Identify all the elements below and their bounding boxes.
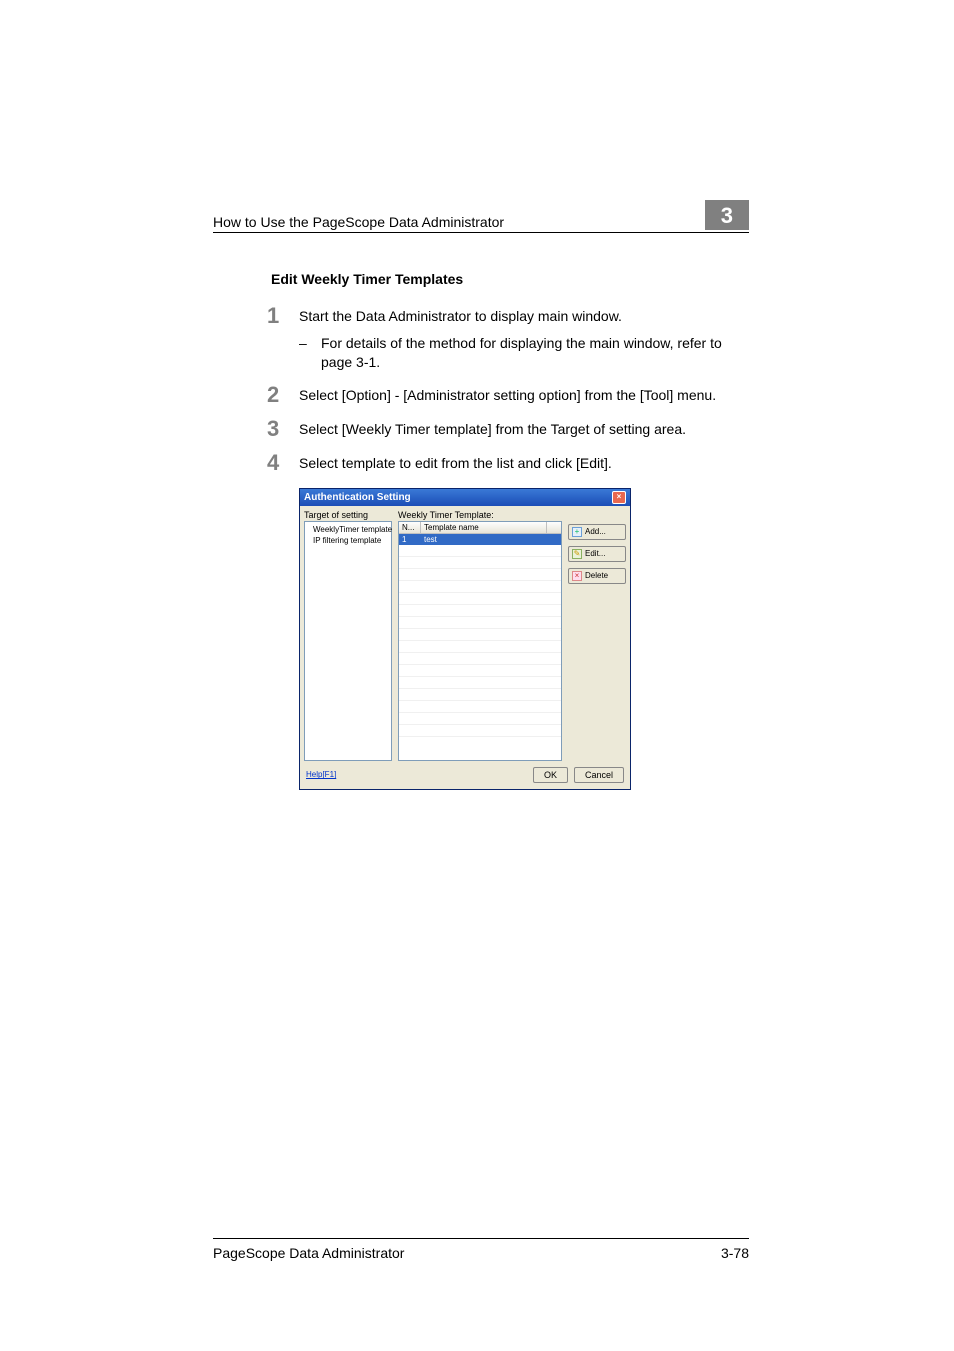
close-button[interactable]: ×: [612, 491, 626, 504]
edit-label: Edit...: [585, 549, 605, 558]
delete-icon: ×: [572, 571, 582, 581]
grid-line: [399, 545, 561, 557]
table-header: N... Template name: [399, 522, 561, 534]
dialog-title: Authentication Setting: [304, 492, 612, 503]
grid-line: [399, 701, 561, 713]
chapter-badge: 3: [705, 200, 749, 230]
th-template-name[interactable]: Template name: [421, 522, 547, 533]
grid-line: [399, 557, 561, 569]
grid-line: [399, 677, 561, 689]
step-number: 1: [267, 305, 299, 327]
grid-line: [399, 629, 561, 641]
step-item: 4 Select template to edit from the list …: [267, 454, 749, 474]
grid-line: [399, 641, 561, 653]
add-label: Add...: [585, 527, 606, 536]
step-text: Start the Data Administrator to display …: [299, 308, 622, 324]
add-button[interactable]: + Add...: [568, 524, 626, 540]
step-text: Select template to edit from the list an…: [299, 454, 749, 473]
button-column: + Add... ✎ Edit... × Delete: [568, 510, 626, 761]
dialog-titlebar: Authentication Setting ×: [300, 489, 630, 506]
grid-line: [399, 581, 561, 593]
page: How to Use the PageScope Data Administra…: [0, 0, 954, 1351]
grid-line: [399, 713, 561, 725]
step-list: 1 Start the Data Administrator to displa…: [267, 307, 749, 474]
step-text: Select [Weekly Timer template] from the …: [299, 420, 749, 439]
grid-line: [399, 605, 561, 617]
delete-button[interactable]: × Delete: [568, 568, 626, 584]
table-row[interactable]: 1 test: [399, 534, 561, 545]
step-text: Select [Option] - [Administrator setting…: [299, 386, 749, 405]
section-heading: Edit Weekly Timer Templates: [271, 271, 749, 287]
list-column: Weekly Timer Template: N... Template nam…: [398, 510, 562, 761]
sub-step-text: For details of the method for displaying…: [321, 334, 749, 372]
page-footer: PageScope Data Administrator 3-78: [213, 1238, 749, 1261]
running-header: How to Use the PageScope Data Administra…: [213, 200, 749, 233]
tree-item-ip-filtering[interactable]: IP filtering template: [307, 535, 389, 546]
grid-line: [399, 593, 561, 605]
dialog-footer: Help[F1] OK Cancel: [300, 761, 630, 789]
edit-icon: ✎: [572, 549, 582, 559]
step-item: 2 Select [Option] - [Administrator setti…: [267, 386, 749, 406]
grid-line: [399, 653, 561, 665]
template-table[interactable]: N... Template name 1 test: [398, 521, 562, 761]
delete-label: Delete: [585, 571, 608, 580]
running-title: How to Use the PageScope Data Administra…: [213, 214, 687, 230]
td-number: 1: [399, 534, 421, 545]
tree-item-weekly-timer[interactable]: WeeklyTimer template: [307, 524, 389, 535]
tree-column: Target of setting WeeklyTimer template I…: [304, 510, 392, 761]
step-number: 3: [267, 418, 299, 440]
grid-line: [399, 665, 561, 677]
footer-page-number: 3-78: [721, 1245, 749, 1261]
grid-line: [399, 689, 561, 701]
add-icon: +: [572, 527, 582, 537]
step-item: 3 Select [Weekly Timer template] from th…: [267, 420, 749, 440]
footer-doc-title: PageScope Data Administrator: [213, 1245, 721, 1261]
tree-label: Target of setting: [304, 510, 392, 520]
screenshot: Authentication Setting × Target of setti…: [299, 488, 749, 790]
edit-button[interactable]: ✎ Edit...: [568, 546, 626, 562]
cancel-button[interactable]: Cancel: [574, 767, 624, 783]
list-label: Weekly Timer Template:: [398, 510, 562, 520]
help-link[interactable]: Help[F1]: [306, 770, 527, 779]
dash: –: [299, 334, 321, 372]
ok-button[interactable]: OK: [533, 767, 568, 783]
step-number: 4: [267, 452, 299, 474]
dialog-window: Authentication Setting × Target of setti…: [299, 488, 631, 790]
tree[interactable]: WeeklyTimer template IP filtering templa…: [304, 521, 392, 761]
grid-line: [399, 617, 561, 629]
step-number: 2: [267, 384, 299, 406]
dialog-body: Target of setting WeeklyTimer template I…: [300, 506, 630, 761]
step-item: 1 Start the Data Administrator to displa…: [267, 307, 749, 372]
sub-step: – For details of the method for displayi…: [299, 334, 749, 372]
close-icon: ×: [617, 493, 622, 501]
th-spacer: [547, 522, 561, 533]
grid-line: [399, 725, 561, 737]
td-name: test: [421, 534, 561, 545]
step-body: Start the Data Administrator to display …: [299, 307, 749, 372]
th-number[interactable]: N...: [399, 522, 421, 533]
grid-line: [399, 569, 561, 581]
